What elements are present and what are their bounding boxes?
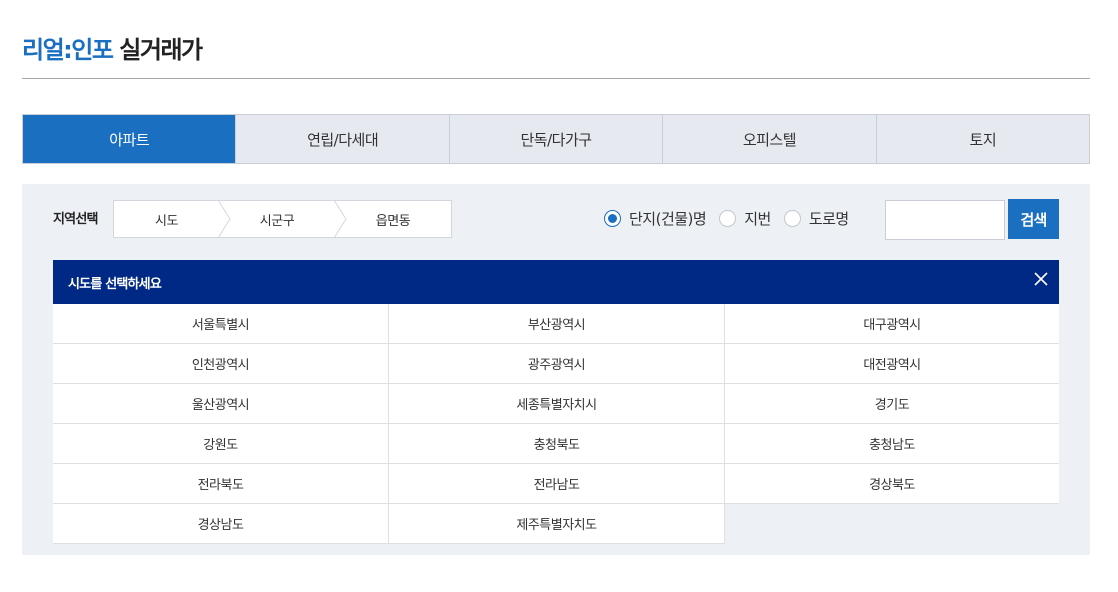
- sido-item[interactable]: 충청북도: [389, 424, 725, 464]
- sido-select-popup: 시도를 선택하세요 서울특별시 부산광역시 대구광역시 인천광역시 광주광역시 …: [53, 260, 1059, 544]
- radio-road-name[interactable]: 도로명: [783, 208, 849, 229]
- tab-detached-house[interactable]: 단독/다가구: [448, 115, 662, 163]
- sido-item[interactable]: 서울특별시: [53, 304, 389, 344]
- sido-item[interactable]: 대전광역시: [725, 344, 1059, 384]
- radio-label: 단지(건물)명: [629, 210, 707, 228]
- sido-item[interactable]: 경기도: [725, 384, 1059, 424]
- radio-label: 도로명: [808, 210, 849, 228]
- search-input[interactable]: [885, 200, 1005, 240]
- sido-item[interactable]: 세종특별자치시: [389, 384, 725, 424]
- sido-item[interactable]: 광주광역시: [389, 344, 725, 384]
- sido-item[interactable]: 대구광역시: [725, 304, 1059, 344]
- region-step-label: 시군구: [259, 213, 295, 229]
- page-title-text: 실거래가: [119, 36, 203, 64]
- search-button[interactable]: 검색: [1008, 199, 1059, 239]
- radio-lot-number[interactable]: 지번: [719, 208, 771, 229]
- region-select-label: 지역선택: [53, 212, 98, 227]
- region-step-sido[interactable]: 시도: [114, 200, 231, 238]
- property-type-tabs: 아파트 연립/다세대 단독/다가구 오피스텔 토지: [22, 114, 1090, 164]
- sido-item[interactable]: 인천광역시: [53, 344, 389, 384]
- sido-item[interactable]: 전라남도: [389, 464, 725, 504]
- popup-header: 시도를 선택하세요: [53, 260, 1059, 304]
- radio-complex-name[interactable]: 단지(건물)명: [604, 208, 707, 229]
- region-step-label: 읍면동: [375, 213, 411, 229]
- radio-unchecked-icon: [783, 210, 801, 227]
- tab-officetel[interactable]: 오피스텔: [662, 115, 875, 163]
- tab-row-house[interactable]: 연립/다세대: [235, 115, 448, 163]
- search-type-radio-group: 단지(건물)명 지번 도로명: [604, 208, 862, 229]
- page-title: 리얼:인포 실거래가: [22, 30, 203, 65]
- sido-item[interactable]: 경상북도: [725, 464, 1059, 504]
- title-divider: [22, 78, 1090, 79]
- radio-unchecked-icon: [719, 210, 737, 227]
- search-panel: 지역선택 시도 시군구 읍면동 단지(건물)명 지번 도로명 검색 시도를 선택…: [22, 184, 1090, 555]
- tab-land[interactable]: 토지: [875, 115, 1089, 163]
- sido-item[interactable]: 충청남도: [725, 424, 1059, 464]
- sido-item[interactable]: 경상남도: [53, 504, 389, 544]
- sido-grid: 서울특별시 부산광역시 대구광역시 인천광역시 광주광역시 대전광역시 울산광역…: [53, 304, 1059, 544]
- region-step-eupmyeondong[interactable]: 읍면동: [335, 201, 451, 237]
- close-icon[interactable]: [1033, 271, 1049, 287]
- brand-logo-text: 리얼:인포: [22, 36, 114, 64]
- tab-apartment[interactable]: 아파트: [23, 115, 236, 163]
- region-step-label: 시도: [155, 213, 178, 229]
- radio-label: 지번: [744, 210, 771, 228]
- region-step-sigungu[interactable]: 시군구: [219, 200, 347, 238]
- region-breadcrumb: 시도 시군구 읍면동: [113, 200, 452, 238]
- sido-item[interactable]: 울산광역시: [53, 384, 389, 424]
- sido-item[interactable]: 제주특별자치도: [389, 504, 725, 544]
- sido-item[interactable]: 부산광역시: [389, 304, 725, 344]
- popup-title: 시도를 선택하세요: [68, 276, 162, 292]
- radio-checked-icon: [604, 210, 621, 227]
- sido-item[interactable]: 전라북도: [53, 464, 389, 504]
- sido-item[interactable]: 강원도: [53, 424, 389, 464]
